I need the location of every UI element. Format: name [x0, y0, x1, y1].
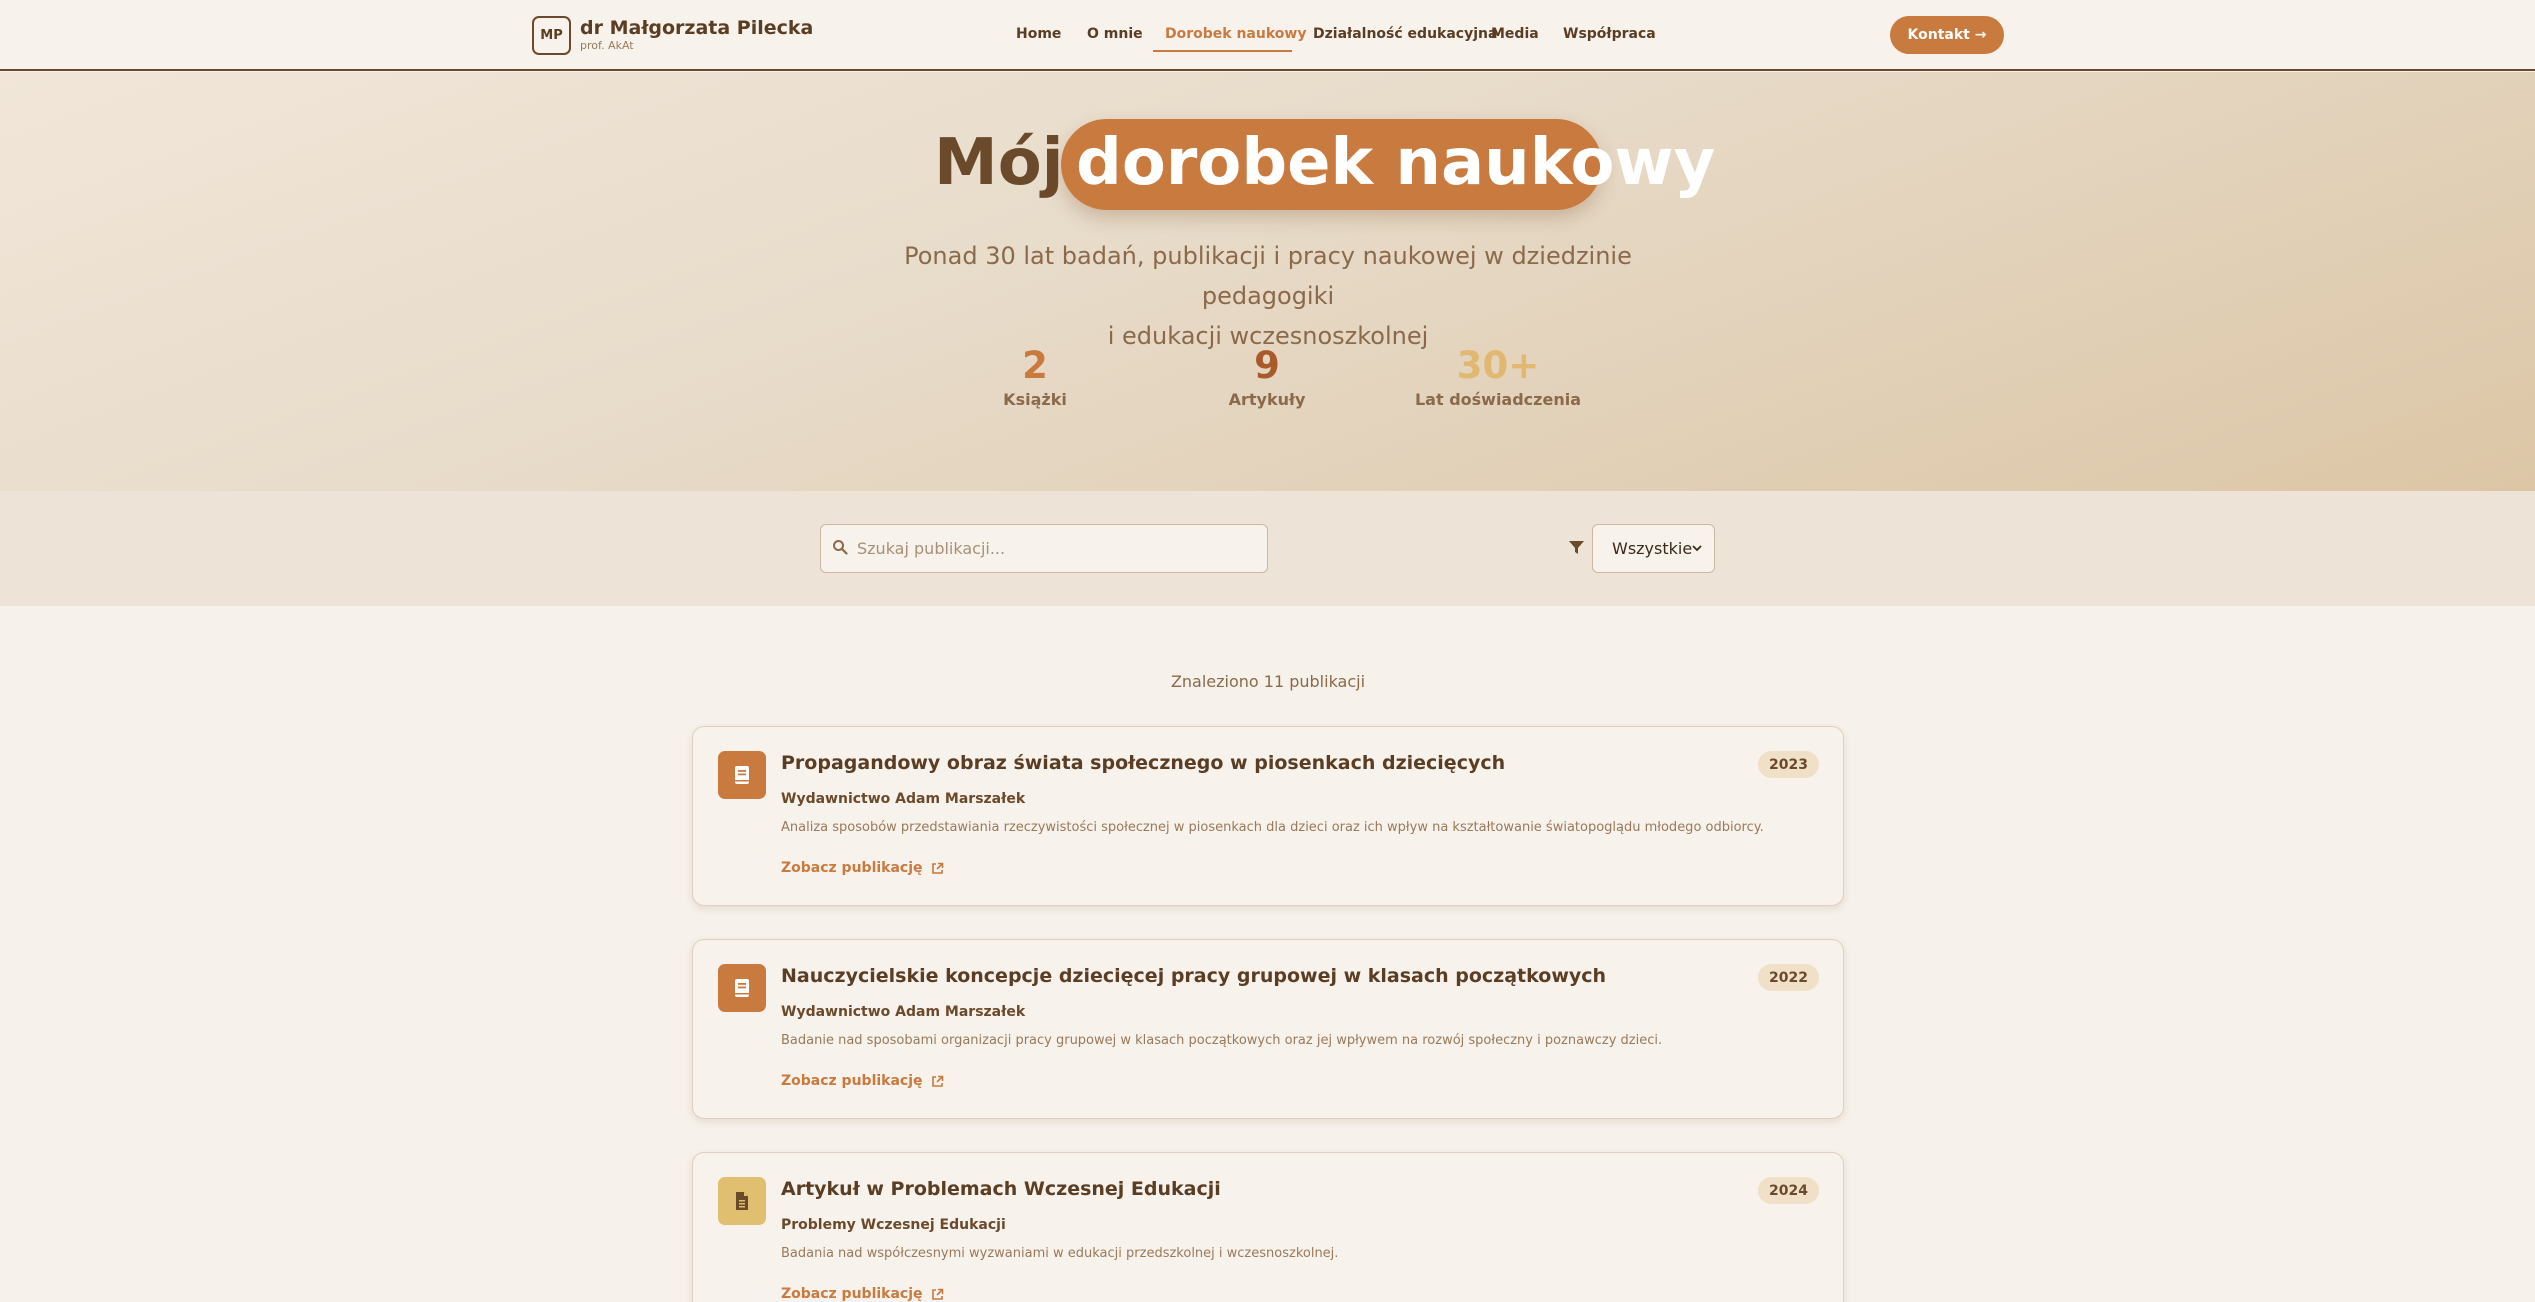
book-icon: [718, 751, 766, 799]
nav-wspolpraca[interactable]: Współpraca: [1563, 26, 1656, 42]
view-publication-label: Zobacz publikację: [781, 1073, 923, 1089]
chevron-down-icon: [1692, 545, 1702, 552]
publication-title[interactable]: Nauczycielskie koncepcje dziecięcej prac…: [781, 965, 1606, 987]
publication-description: Analiza sposobów przedstawiania rzeczywi…: [781, 820, 1764, 835]
publication-year-badge: 2022: [1758, 964, 1819, 991]
publication-card: Nauczycielskie koncepcje dziecięcej prac…: [692, 939, 1844, 1119]
publication-title[interactable]: Propagandowy obraz świata społecznego w …: [781, 752, 1505, 774]
stat-experience-label: Lat doświadczenia: [1414, 390, 1581, 409]
view-publication-label: Zobacz publikację: [781, 860, 923, 876]
stat-articles-label: Artykuły: [1228, 390, 1306, 409]
external-link-icon: [931, 1288, 943, 1300]
view-publication-link[interactable]: Zobacz publikację: [781, 1286, 944, 1302]
nav-active-indicator: [1153, 50, 1292, 52]
nav-dzialalnosc-edukacyjna[interactable]: Działalność edukacyjna: [1313, 26, 1497, 42]
publication-card: Artykuł w Problemach Wczesnej Edukacji 20…: [692, 1152, 1844, 1302]
publication-description: Badanie nad sposobami organizacji pracy …: [781, 1033, 1663, 1048]
publication-year-badge: 2024: [1758, 1177, 1819, 1204]
view-publication-link[interactable]: Zobacz publikację: [781, 860, 944, 876]
book-icon: [718, 964, 766, 1012]
view-publication-label: Zobacz publikację: [781, 1286, 923, 1302]
nav-home[interactable]: Home: [1016, 26, 1061, 42]
stat-experience-value: 30+: [1456, 344, 1540, 387]
publication-year-badge: 2023: [1758, 751, 1819, 778]
results-count: Znaleziono 11 publikacji: [1170, 672, 1366, 691]
contact-button[interactable]: Kontakt →: [1890, 16, 2004, 54]
stat-articles-value: 9: [1254, 344, 1280, 387]
stat-books-value: 2: [1022, 344, 1048, 387]
nav-dorobek-naukowy[interactable]: Dorobek naukowy: [1165, 26, 1306, 42]
logo-badge[interactable]: MP: [532, 16, 571, 55]
search-input[interactable]: [857, 527, 1257, 570]
brand-subtitle: prof. AkAt: [580, 39, 634, 52]
publication-publisher: Wydawnictwo Adam Marszałek: [781, 791, 1026, 807]
category-select[interactable]: Wszystkie: [1592, 524, 1715, 573]
hero-subtitle: Ponad 30 lat badań, publikacji i pracy n…: [904, 242, 1632, 350]
nav-media[interactable]: Media: [1491, 26, 1539, 42]
search-icon: [833, 540, 848, 555]
publication-publisher: Wydawnictwo Adam Marszałek: [781, 1004, 1026, 1020]
document-icon: [718, 1177, 766, 1225]
filter-icon: [1569, 541, 1584, 554]
nav-o-mnie[interactable]: O mnie: [1087, 26, 1143, 42]
site-header: MP dr Małgorzata Pilecka prof. AkAt Home…: [0, 0, 2535, 71]
publication-description: Badania nad współczesnymi wyzwaniami w e…: [781, 1246, 1339, 1261]
hero-title-plain: Mój: [934, 126, 1064, 200]
brand-name[interactable]: dr Małgorzata Pilecka: [580, 17, 813, 39]
category-select-value: Wszystkie: [1612, 539, 1693, 558]
publication-title[interactable]: Artykuł w Problemach Wczesnej Edukacji: [781, 1178, 1221, 1200]
stat-books-label: Książki: [1003, 390, 1067, 409]
view-publication-link[interactable]: Zobacz publikację: [781, 1073, 944, 1089]
external-link-icon: [931, 862, 943, 874]
hero-title-highlight: dorobek naukowy: [1076, 126, 1716, 200]
publication-publisher: Problemy Wczesnej Edukacji: [781, 1217, 1006, 1233]
publication-card: Propagandowy obraz świata społecznego w …: [692, 726, 1844, 906]
external-link-icon: [931, 1075, 943, 1087]
